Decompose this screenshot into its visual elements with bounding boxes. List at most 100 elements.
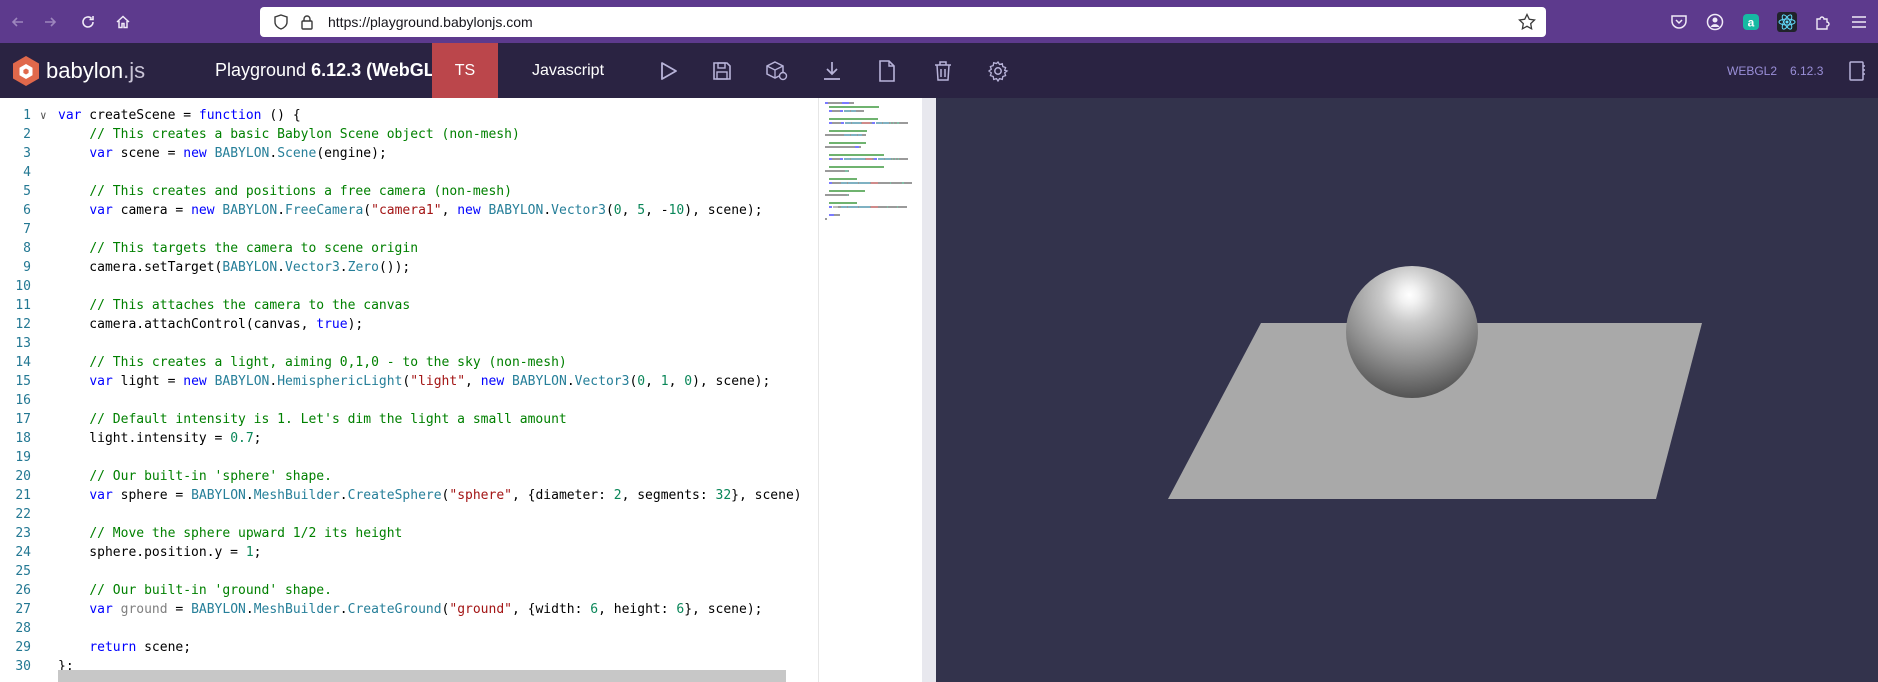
run-button[interactable] <box>654 57 682 85</box>
code-token: , - <box>645 203 669 218</box>
inspector-button[interactable] <box>763 57 791 85</box>
code-text: camera.setTarget(BABYLON.Vector3.Zero())… <box>58 258 410 277</box>
code-token: sphere = <box>112 488 192 503</box>
code-line[interactable]: 4 <box>0 163 818 182</box>
line-number: 7 <box>23 222 31 237</box>
code-token: scene = <box>112 146 184 161</box>
forward-button[interactable] <box>32 0 68 43</box>
code-line[interactable]: 29 return scene; <box>0 638 818 657</box>
code-line[interactable]: 27 var ground = BABYLON.MeshBuilder.Crea… <box>0 600 818 619</box>
code-line[interactable]: 25 <box>0 562 818 581</box>
code-token: // Our built-in 'ground' shape. <box>89 583 332 598</box>
code-editor[interactable]: 1 ∨ var createScene = function () {2 // Th… <box>0 98 818 682</box>
code-text: return scene; <box>58 638 191 657</box>
extension-a-icon[interactable]: a <box>1741 12 1761 32</box>
code-token: Zero <box>347 260 379 275</box>
extensions-puzzle-icon[interactable] <box>1813 12 1833 32</box>
code-token: BABYLON <box>191 488 246 503</box>
minimap-token <box>842 102 849 104</box>
playground-title: Playground 6.12.3 (WebGL2) <box>215 60 451 81</box>
save-button[interactable] <box>708 57 736 85</box>
home-button[interactable] <box>105 0 141 43</box>
code-line[interactable]: 16 <box>0 391 818 410</box>
minimap-token <box>840 110 843 112</box>
code-line[interactable]: 13 <box>0 334 818 353</box>
menu-icon[interactable] <box>1849 12 1869 32</box>
bookmark-star-icon[interactable] <box>1518 13 1536 31</box>
code-line[interactable]: 14 // This creates a light, aiming 0,1,0… <box>0 353 818 372</box>
code-line[interactable]: 6 var camera = new BABYLON.FreeCamera("c… <box>0 201 818 220</box>
fold-chevron-icon[interactable]: ∨ <box>40 106 47 125</box>
code-line[interactable]: 21 var sphere = BABYLON.MeshBuilder.Crea… <box>0 486 818 505</box>
code-token: , height: <box>598 602 677 617</box>
line-number: 4 <box>23 165 31 180</box>
pane-splitter[interactable] <box>922 98 936 682</box>
browser-toolbar: https://playground.babylonjs.com a <box>0 0 1878 43</box>
editor-horizontal-scrollbar[interactable] <box>58 670 786 682</box>
code-line[interactable]: 22 <box>0 505 818 524</box>
code-token: return <box>89 640 137 655</box>
settings-button[interactable] <box>984 57 1012 85</box>
code-token: 0.7 <box>230 431 254 446</box>
minimap-token <box>899 158 908 160</box>
code-token: MeshBuilder <box>253 488 340 503</box>
code-token: Scene <box>277 146 317 161</box>
version-label[interactable]: 6.12.3 <box>1790 64 1823 78</box>
code-token: 2 <box>613 488 622 503</box>
code-token: ); <box>347 317 364 332</box>
address-bar[interactable]: https://playground.babylonjs.com <box>260 7 1546 37</box>
code-line[interactable]: 10 <box>0 277 818 296</box>
code-line[interactable]: 20 // Our built-in 'sphere' shape. <box>0 467 818 486</box>
download-button[interactable] <box>818 57 846 85</box>
code-token: "ground" <box>449 602 512 617</box>
code-line[interactable]: 24 sphere.position.y = 1; <box>0 543 818 562</box>
new-button[interactable] <box>873 57 901 85</box>
line-number: 26 <box>15 583 31 598</box>
account-icon[interactable] <box>1705 12 1725 32</box>
render-canvas[interactable] <box>936 98 1878 682</box>
back-button[interactable] <box>0 0 36 43</box>
code-minimap[interactable] <box>818 98 922 682</box>
code-line[interactable]: 7 <box>0 220 818 239</box>
code-line[interactable]: 8 // This targets the camera to scene or… <box>0 239 818 258</box>
examples-button[interactable] <box>1843 57 1871 85</box>
code-line[interactable]: 15 var light = new BABYLON.HemisphericLi… <box>0 372 818 391</box>
minimap-token <box>829 206 832 208</box>
code-token: BABYLON <box>214 146 270 161</box>
tab-typescript[interactable]: TS <box>432 43 498 98</box>
minimap-token <box>859 146 861 148</box>
code-line[interactable]: 23 // Move the sphere upward 1/2 its hei… <box>0 524 818 543</box>
code-line[interactable]: 17 // Default intensity is 1. Let's dim … <box>0 410 818 429</box>
code-token: , segments: <box>621 488 716 503</box>
minimap-token <box>841 122 844 124</box>
code-line[interactable]: 9 camera.setTarget(BABYLON.Vector3.Zero(… <box>0 258 818 277</box>
react-devtools-icon[interactable] <box>1777 12 1797 32</box>
minimap-token <box>829 154 884 156</box>
reload-button[interactable] <box>70 0 106 43</box>
code-line[interactable]: 3 var scene = new BABYLON.Scene(engine); <box>0 144 818 163</box>
engine-label[interactable]: WEBGL2 <box>1727 64 1777 78</box>
minimap-token <box>829 190 865 192</box>
tab-javascript[interactable]: Javascript <box>498 43 638 98</box>
code-line[interactable]: 28 <box>0 619 818 638</box>
minimap-token <box>829 106 879 108</box>
code-line[interactable]: 18 light.intensity = 0.7; <box>0 429 818 448</box>
code-token: 0 <box>613 203 622 218</box>
babylon-logo[interactable]: babylon.js <box>12 55 145 87</box>
clear-button[interactable] <box>929 57 957 85</box>
pocket-icon[interactable] <box>1669 12 1689 32</box>
code-line[interactable]: 12 camera.attachControl(canvas, true); <box>0 315 818 334</box>
code-line[interactable]: 2 // This creates a basic Babylon Scene … <box>0 125 818 144</box>
minimap-token <box>832 110 840 112</box>
code-token: . <box>245 602 254 617</box>
line-number: 1 <box>23 108 31 123</box>
code-line[interactable]: 11 // This attaches the camera to the ca… <box>0 296 818 315</box>
minimap-token <box>828 102 842 104</box>
code-line[interactable]: 26 // Our built-in 'ground' shape. <box>0 581 818 600</box>
code-token: ; <box>253 545 262 560</box>
code-line[interactable]: 19 <box>0 448 818 467</box>
code-line[interactable]: 1 ∨ var createScene = function () { <box>0 106 818 125</box>
code-line[interactable]: 5 // This creates and positions a free c… <box>0 182 818 201</box>
